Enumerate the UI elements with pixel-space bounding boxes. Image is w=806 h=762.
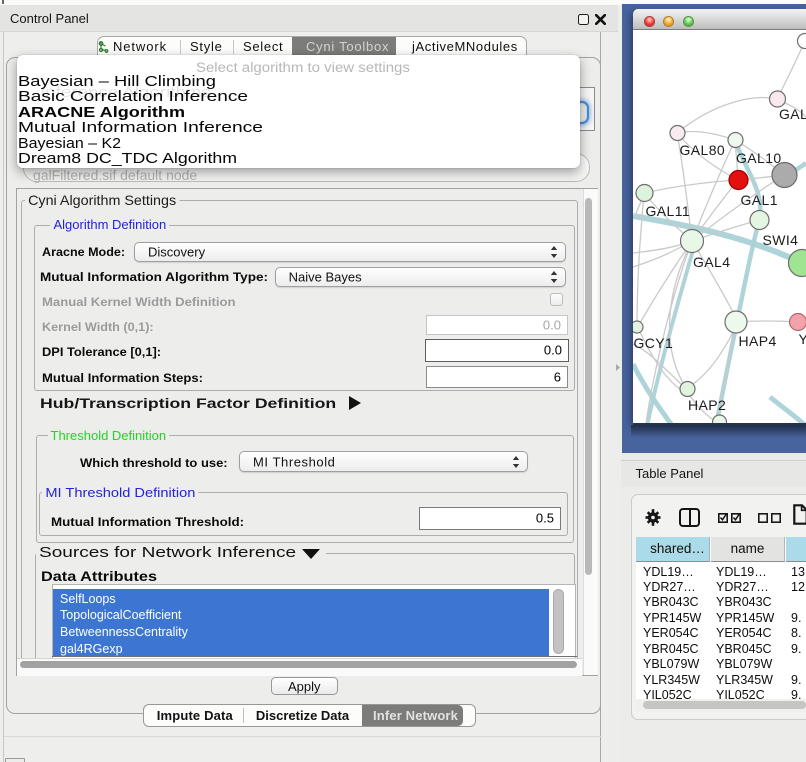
svg-text:GAL11: GAL11 — [646, 203, 691, 219]
svg-text:SWI4: SWI4 — [763, 232, 799, 248]
svg-text:GAL10: GAL10 — [736, 150, 782, 166]
svg-text:HAP4: HAP4 — [739, 333, 777, 349]
svg-text:GAL80: GAL80 — [680, 142, 726, 158]
svg-text:GCY1: GCY1 — [634, 335, 674, 351]
svg-text:Y: Y — [799, 331, 806, 347]
svg-text:GAL2: GAL2 — [779, 106, 806, 122]
svg-text:GAL4: GAL4 — [693, 254, 730, 270]
svg-text:HAP2: HAP2 — [688, 397, 726, 413]
svg-text:GAL1: GAL1 — [741, 192, 778, 208]
